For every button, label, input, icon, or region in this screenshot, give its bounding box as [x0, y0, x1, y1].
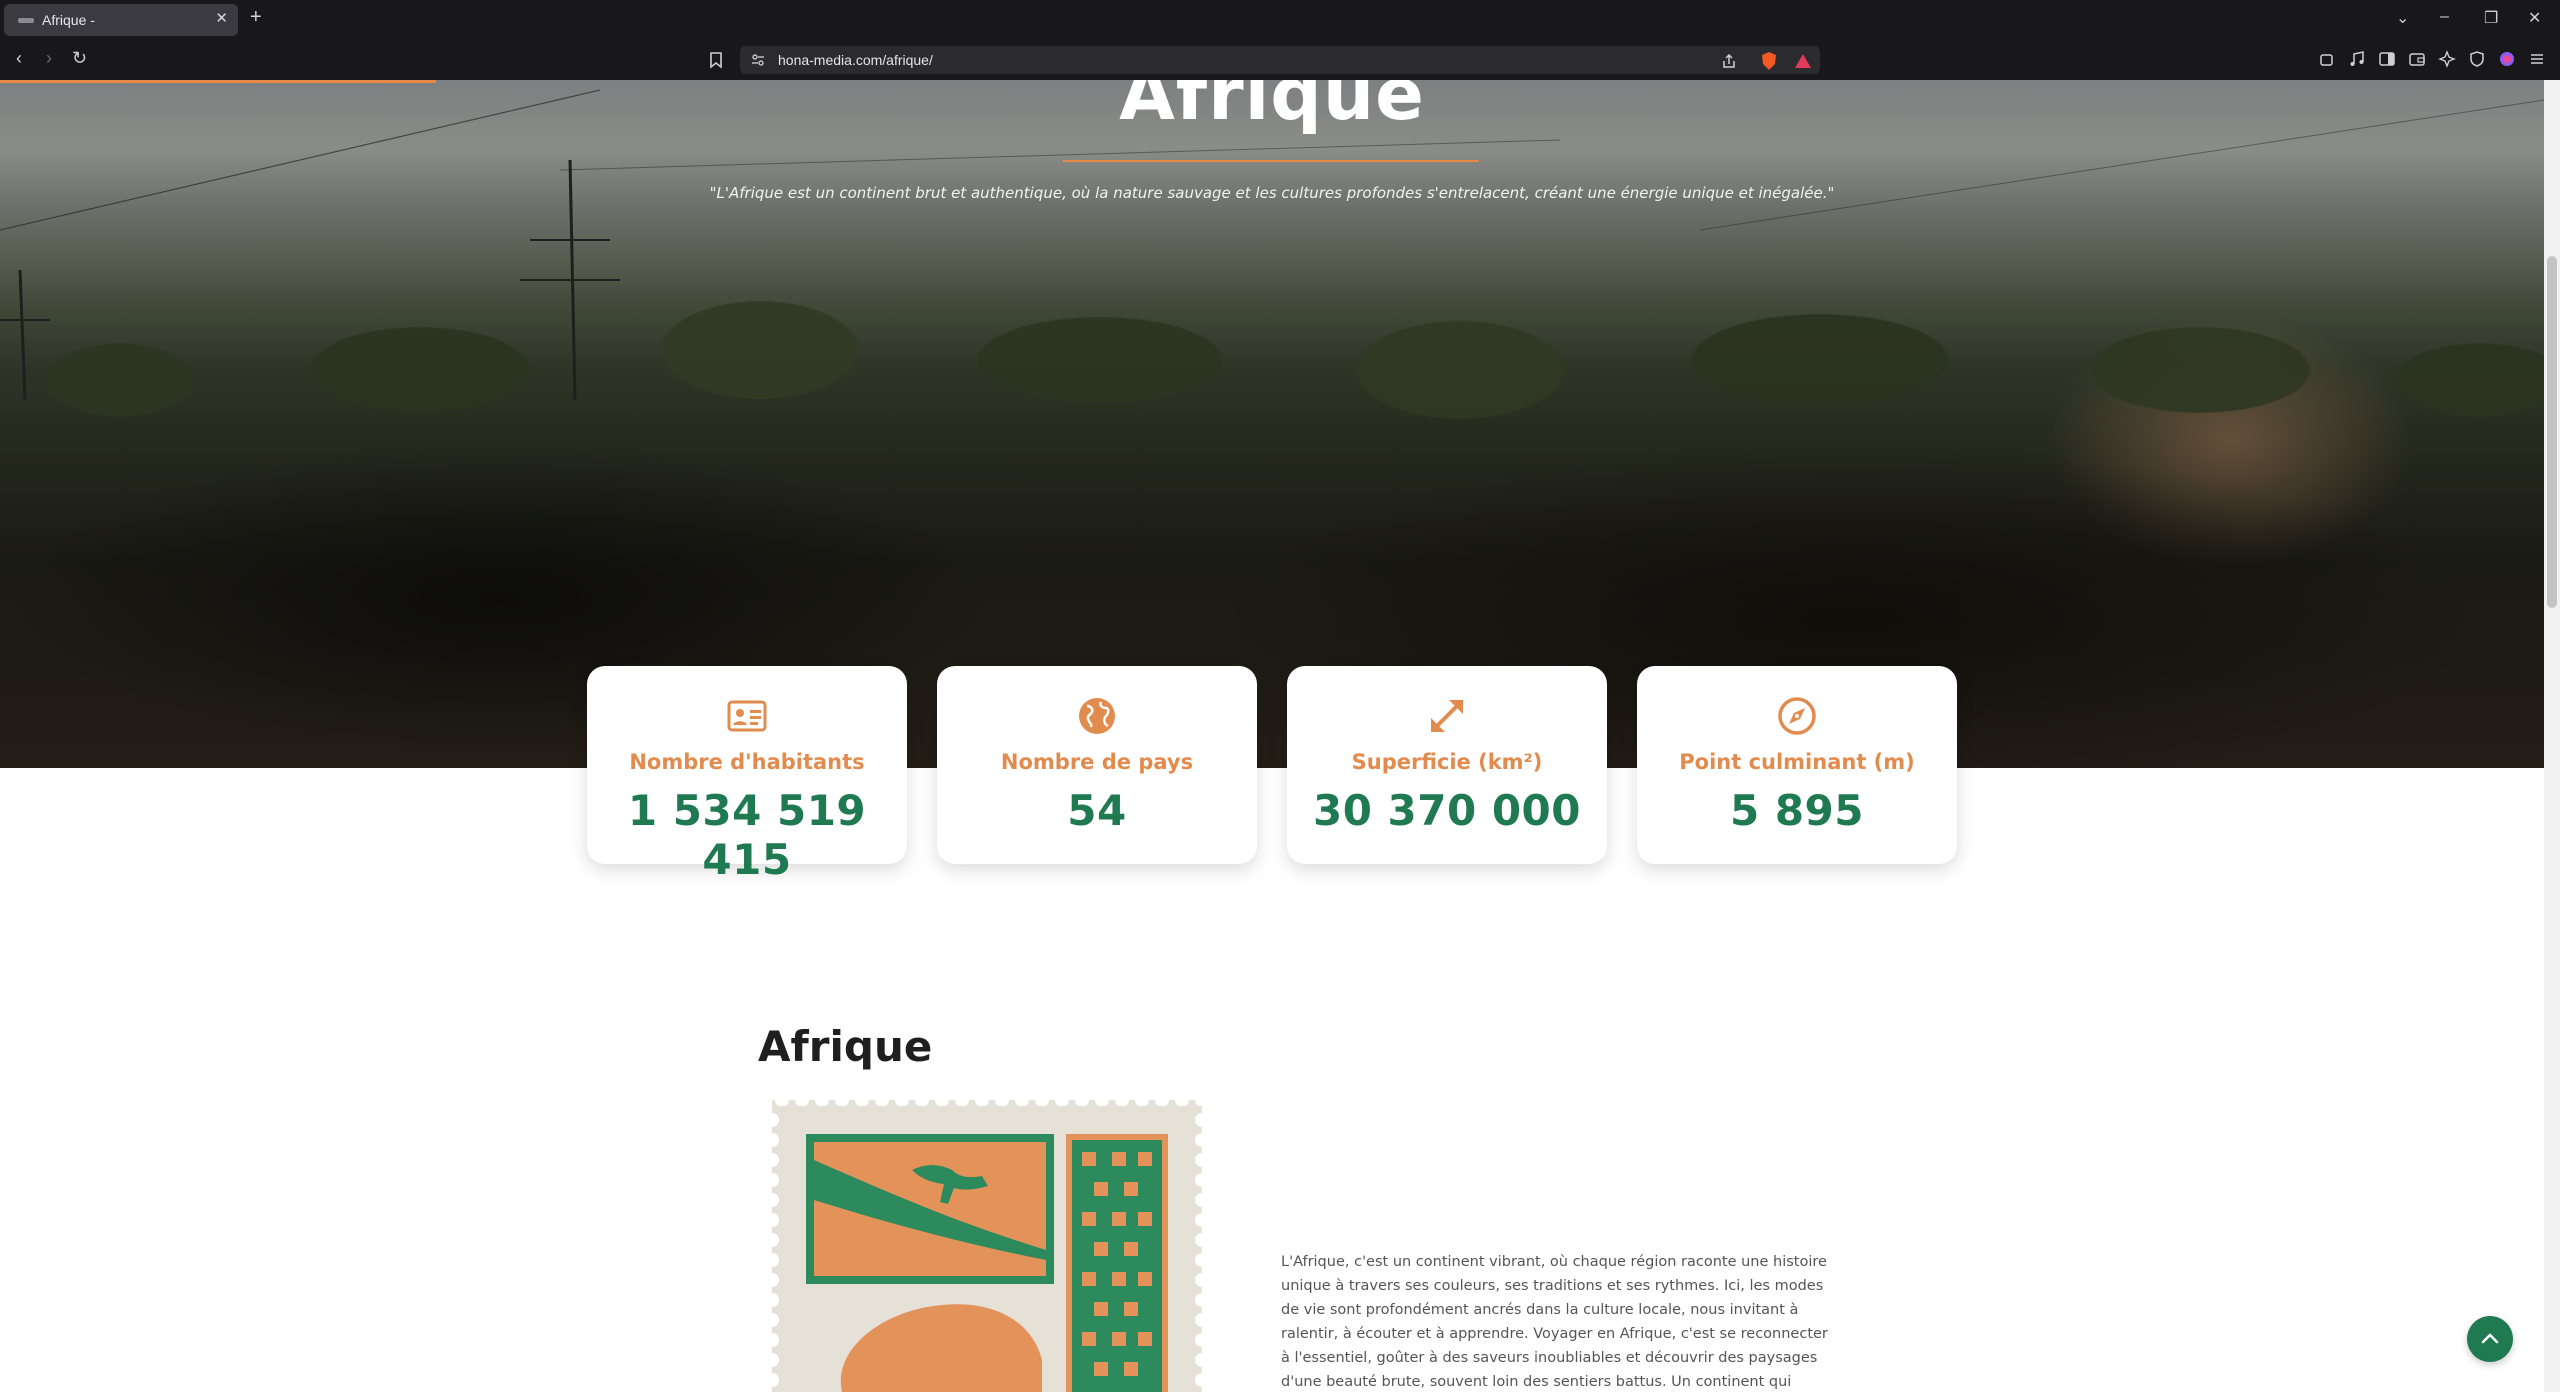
- section-body-text: L'Afrique, c'est un continent vibrant, o…: [1281, 1254, 1828, 1390]
- wallet-icon[interactable]: [2408, 50, 2426, 68]
- close-window-button[interactable]: ✕: [2528, 8, 2541, 28]
- hero-quote: "L'Afrique est un continent brut et auth…: [709, 184, 1835, 202]
- stat-label: Point culminant (m): [1679, 750, 1915, 774]
- scrollbar-thumb[interactable]: [2547, 256, 2557, 608]
- address-bar[interactable]: hona-media.com/afrique/: [740, 46, 1820, 74]
- stat-card-highest-point: Point culminant (m) 5 895: [1637, 666, 1957, 864]
- brave-rewards-icon[interactable]: [1794, 52, 1812, 70]
- browser-tab-bar: Afrique - ✕ + ⌄ – ❐ ✕: [0, 0, 2560, 40]
- forward-button[interactable]: ›: [46, 48, 52, 69]
- stat-card-countries: Nombre de pays 54: [937, 666, 1257, 864]
- title-underline: [1063, 160, 1479, 162]
- stat-label: Superficie (km²): [1351, 750, 1543, 774]
- stat-card-population: Nombre d'habitants 1 534 519 415: [587, 666, 907, 884]
- reload-button[interactable]: ↻: [72, 48, 87, 69]
- hero-banner: Afrique "L'Afrique est un continent brut…: [0, 80, 2544, 768]
- bookmark-icon[interactable]: [706, 50, 726, 70]
- favicon-icon: [18, 18, 34, 23]
- sidebar-icon[interactable]: [2378, 50, 2396, 68]
- profile-icon[interactable]: [2498, 50, 2516, 68]
- restore-button[interactable]: ❐: [2484, 8, 2498, 28]
- tab-list-dropdown-icon[interactable]: ⌄: [2396, 8, 2409, 28]
- vpn-shield-icon[interactable]: [2468, 50, 2486, 68]
- music-icon[interactable]: [2348, 50, 2366, 68]
- leo-ai-icon[interactable]: [2438, 50, 2456, 68]
- compass-icon: [1778, 697, 1816, 735]
- tab-title: Afrique -: [42, 12, 95, 28]
- stat-value: 54: [1067, 786, 1127, 835]
- url-text[interactable]: hona-media.com/afrique/: [778, 52, 933, 68]
- expand-arrows-icon: [1431, 700, 1463, 732]
- back-button[interactable]: ‹: [16, 48, 22, 69]
- site-info-icon[interactable]: [750, 52, 766, 68]
- chevron-up-icon: [2481, 1333, 2499, 1344]
- stat-card-area: Superficie (km²) 30 370 000: [1287, 666, 1607, 864]
- stat-value: 30 370 000: [1312, 786, 1582, 835]
- minimize-button[interactable]: –: [2440, 8, 2449, 26]
- menu-icon[interactable]: [2528, 50, 2546, 68]
- page-scrollbar[interactable]: [2544, 80, 2560, 1392]
- hero-title: Afrique: [1119, 80, 1425, 136]
- puzzle-icon[interactable]: [2318, 50, 2336, 68]
- back-to-top-button[interactable]: [2467, 1316, 2513, 1362]
- tab-close-icon[interactable]: ✕: [215, 9, 228, 27]
- africa-stamp-illustration: [772, 1100, 1202, 1392]
- brave-shields-icon[interactable]: [1760, 51, 1778, 71]
- new-tab-button[interactable]: +: [250, 6, 262, 29]
- stat-value: 1 534 519 415: [627, 786, 867, 884]
- power-lines-graphic: [0, 89, 2544, 401]
- id-card-icon: [727, 700, 767, 732]
- browser-tab[interactable]: Afrique - ✕: [4, 4, 238, 36]
- globe-icon: [1079, 698, 1115, 734]
- section-title: Afrique: [758, 1022, 933, 1071]
- stat-value: 5 895: [1729, 786, 1865, 835]
- share-icon[interactable]: [1720, 52, 1738, 70]
- stat-label: Nombre de pays: [1000, 750, 1194, 774]
- stat-label: Nombre d'habitants: [629, 750, 865, 774]
